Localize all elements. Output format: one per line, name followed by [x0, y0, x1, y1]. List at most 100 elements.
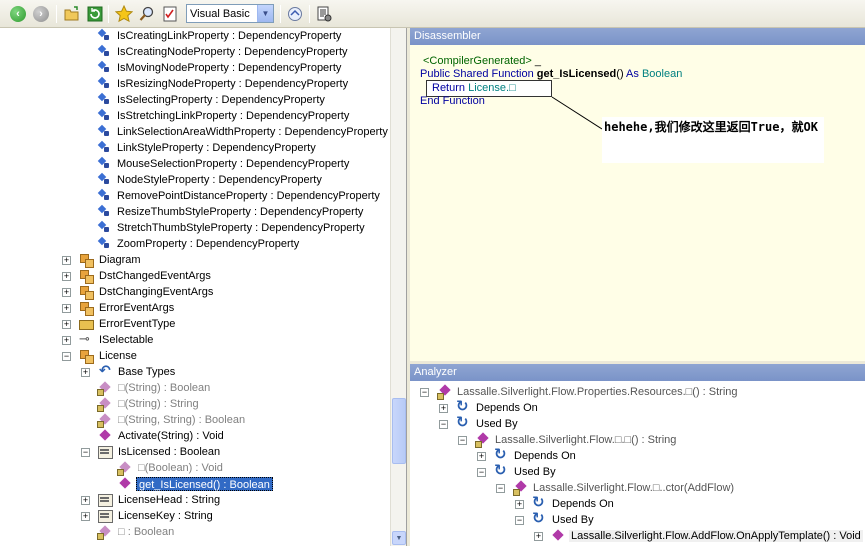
scroll-down-icon[interactable]: ▼ [392, 531, 406, 545]
constructor-icon [512, 480, 528, 496]
scrollbar-thumb[interactable] [392, 398, 406, 464]
class-icon [78, 252, 94, 268]
annotation-callout: hehehe,我们修改这里返回True，就OK [602, 117, 824, 163]
private-method-icon [97, 412, 113, 428]
tree-item-iselectable[interactable]: ISelectable [78, 331, 155, 348]
code-line-1: <CompilerGenerated> _ [423, 55, 541, 67]
analyzer-title: Analyzer [414, 366, 457, 378]
analyzer-used-by[interactable]: Used By [531, 509, 596, 528]
favorites-button[interactable] [114, 4, 134, 24]
back-button[interactable]: ‹ [8, 4, 28, 24]
tree-item[interactable]: IsSelectingProperty : DependencyProperty [96, 92, 327, 108]
tree-item-get-islicensed[interactable]: get_IsLicensed() : Boolean [117, 476, 273, 492]
collapse-toggle[interactable]: − [420, 388, 429, 397]
tree-item[interactable]: □ : Boolean [97, 524, 176, 540]
assembly-tree[interactable]: IsCreatingLinkProperty : DependencyPrope… [0, 28, 407, 546]
analyzer-item[interactable]: Lassalle.Silverlight.Flow.AddFlow.OnAppl… [550, 528, 863, 544]
expand-toggle[interactable]: + [534, 532, 543, 541]
interface-icon [78, 331, 94, 348]
disassembler-pane[interactable]: <CompilerGenerated> _ Public Shared Func… [410, 45, 865, 361]
static-property-icon [96, 220, 112, 236]
tree-item-dstchanged[interactable]: DstChangedEventArgs [78, 268, 213, 284]
tree-item[interactable]: □(String, String) : Boolean [97, 412, 247, 428]
static-property-icon [96, 124, 112, 140]
tree-item[interactable]: IsResizingNodeProperty : DependencyPrope… [96, 76, 350, 92]
tree-item[interactable]: StretchThumbStyleProperty : DependencyPr… [96, 220, 367, 236]
analyzer-tree[interactable]: − Lassalle.Silverlight.Flow.Properties.R… [410, 381, 865, 546]
expand-toggle[interactable]: + [81, 512, 90, 521]
open-package-button[interactable] [285, 4, 305, 24]
tree-item[interactable]: □(String) : Boolean [97, 380, 212, 396]
refresh-button[interactable] [85, 4, 105, 24]
tree-item-label: ResizeThumbStyleProperty : DependencyPro… [117, 206, 364, 218]
class-icon [78, 300, 94, 316]
tree-item[interactable]: IsStretchingLinkProperty : DependencyPro… [96, 108, 351, 124]
tree-scrollbar[interactable]: ▼ [390, 28, 406, 546]
expand-toggle[interactable]: + [439, 404, 448, 413]
collapse-toggle[interactable]: − [515, 516, 524, 525]
code-return-value[interactable]: License.□ [468, 82, 516, 94]
disassemble-button[interactable] [314, 4, 334, 24]
collapse-toggle[interactable]: − [496, 484, 505, 493]
expand-toggle[interactable]: + [62, 256, 71, 265]
analyzer-used-by[interactable]: Used By [493, 461, 558, 480]
collapse-toggle[interactable]: − [62, 352, 71, 361]
expand-toggle[interactable]: + [81, 368, 90, 377]
tree-item-islicensed[interactable]: IsLicensed : Boolean [97, 444, 222, 460]
analyzer-item-label: Depends On [476, 402, 538, 414]
language-dropdown[interactable]: Visual Basic ▼ [186, 4, 274, 23]
tree-item[interactable]: RemovePointDistanceProperty : Dependency… [96, 188, 382, 204]
tree-item-label: IsMovingNodeProperty : DependencyPropert… [117, 62, 342, 74]
tree-item-dstchanging[interactable]: DstChangingEventArgs [78, 284, 215, 300]
expand-toggle[interactable]: + [81, 496, 90, 505]
tree-item[interactable]: Activate(String) : Void [97, 428, 226, 444]
expand-toggle[interactable]: + [62, 288, 71, 297]
open-folder-icon [64, 6, 79, 21]
tree-item[interactable]: ZoomProperty : DependencyProperty [96, 236, 301, 252]
tree-item[interactable]: IsCreatingNodeProperty : DependencyPrope… [96, 44, 350, 60]
expand-toggle[interactable]: + [477, 452, 486, 461]
open-button[interactable] [62, 4, 82, 24]
collapse-toggle[interactable]: − [439, 420, 448, 429]
expand-toggle[interactable]: + [515, 500, 524, 509]
tree-item-label: ZoomProperty : DependencyProperty [117, 238, 300, 250]
search-button[interactable] [137, 4, 157, 24]
tree-item-erroreventtype[interactable]: ErrorEventType [78, 316, 177, 332]
tree-item-erroreventargs[interactable]: ErrorEventArgs [78, 300, 176, 316]
tree-item[interactable]: IsMovingNodeProperty : DependencyPropert… [96, 60, 343, 76]
tree-item[interactable]: □(Boolean) : Void [117, 460, 225, 476]
tree-item-label: LicenseHead : String [118, 494, 221, 506]
static-property-icon [96, 140, 112, 156]
checklist-button[interactable] [160, 4, 180, 24]
static-property-icon [96, 28, 112, 44]
tree-item-basetypes[interactable]: Base Types [97, 362, 177, 380]
tree-item-label-selected: get_IsLicensed() : Boolean [136, 477, 273, 491]
tree-item-licensekey[interactable]: LicenseKey : String [97, 508, 215, 524]
forward-button[interactable]: › [31, 4, 51, 24]
tree-item-label: IsStretchingLinkProperty : DependencyPro… [117, 110, 350, 122]
tree-item-label: MouseSelectionProperty : DependencyPrope… [117, 158, 350, 170]
expand-toggle[interactable]: + [62, 320, 71, 329]
tree-item-label: ErrorEventType [99, 318, 176, 330]
tree-item[interactable]: □(String) : String [97, 396, 201, 412]
tree-item[interactable]: NodeStyleProperty : DependencyProperty [96, 172, 324, 188]
expand-toggle[interactable]: + [62, 304, 71, 313]
code-as-keyword: As [623, 68, 642, 80]
tree-item[interactable]: IsCreatingLinkProperty : DependencyPrope… [96, 28, 343, 44]
tree-item-diagram[interactable]: Diagram [78, 252, 143, 268]
analyzer-used-by[interactable]: Used By [455, 413, 520, 432]
tree-item-licensehead[interactable]: LicenseHead : String [97, 492, 222, 508]
tree-item[interactable]: MouseSelectionProperty : DependencyPrope… [96, 156, 351, 172]
tree-item-label: NodeStyleProperty : DependencyProperty [117, 174, 322, 186]
analyzer-item[interactable]: Lassalle.Silverlight.Flow.Properties.Res… [436, 384, 740, 400]
tree-item[interactable]: LinkStyleProperty : DependencyProperty [96, 140, 318, 156]
analyzer-item[interactable]: Lassalle.Silverlight.Flow.□..ctor(AddFlo… [512, 480, 736, 496]
collapse-toggle[interactable]: − [477, 468, 486, 477]
collapse-toggle[interactable]: − [81, 448, 90, 457]
collapse-toggle[interactable]: − [458, 436, 467, 445]
tree-item[interactable]: LinkSelectionAreaWidthProperty : Depende… [96, 124, 390, 140]
expand-toggle[interactable]: + [62, 336, 71, 345]
tree-item[interactable]: ResizeThumbStyleProperty : DependencyPro… [96, 204, 365, 220]
expand-toggle[interactable]: + [62, 272, 71, 281]
tree-item-label: ISelectable [99, 334, 154, 346]
